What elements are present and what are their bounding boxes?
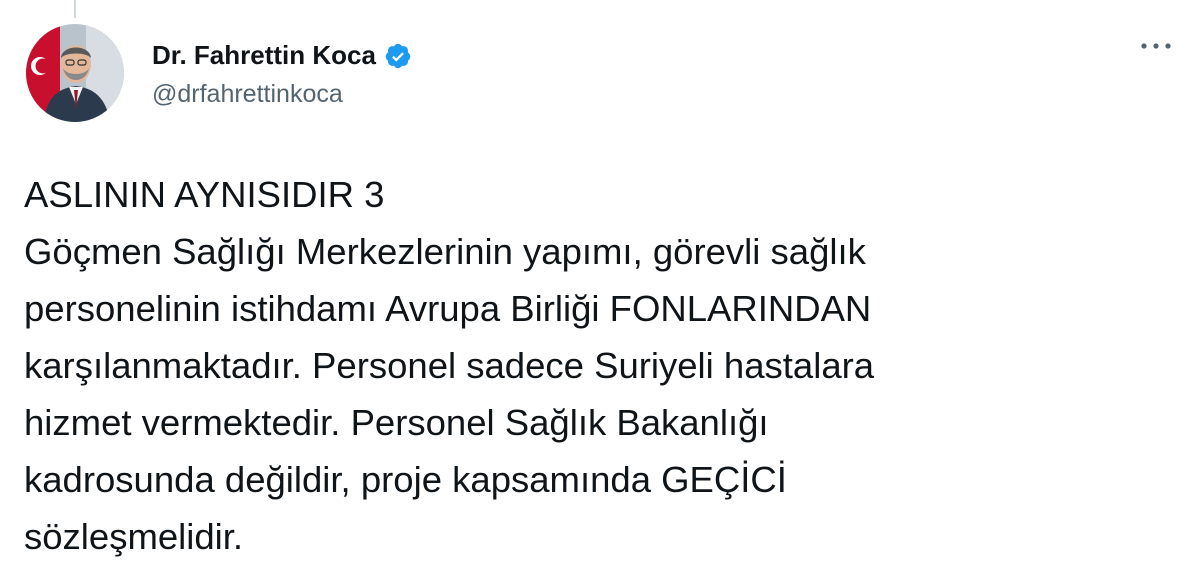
author-handle[interactable]: @drfahrettinkoca (152, 80, 343, 109)
tweet-header: Dr. Fahrettin Koca @drfahrettinkoca (26, 24, 1200, 124)
author-display-name[interactable]: Dr. Fahrettin Koca (152, 40, 376, 71)
verified-badge-icon (384, 42, 412, 70)
thread-connector-line (74, 0, 76, 18)
more-options-icon[interactable] (1136, 36, 1176, 56)
avatar[interactable] (26, 24, 124, 122)
profile-photo-icon (26, 24, 124, 122)
author-name-row[interactable]: Dr. Fahrettin Koca (152, 40, 412, 71)
tweet-text: ASLININ AYNISIDIR 3 Göçmen Sağlığı Merke… (24, 174, 875, 557)
